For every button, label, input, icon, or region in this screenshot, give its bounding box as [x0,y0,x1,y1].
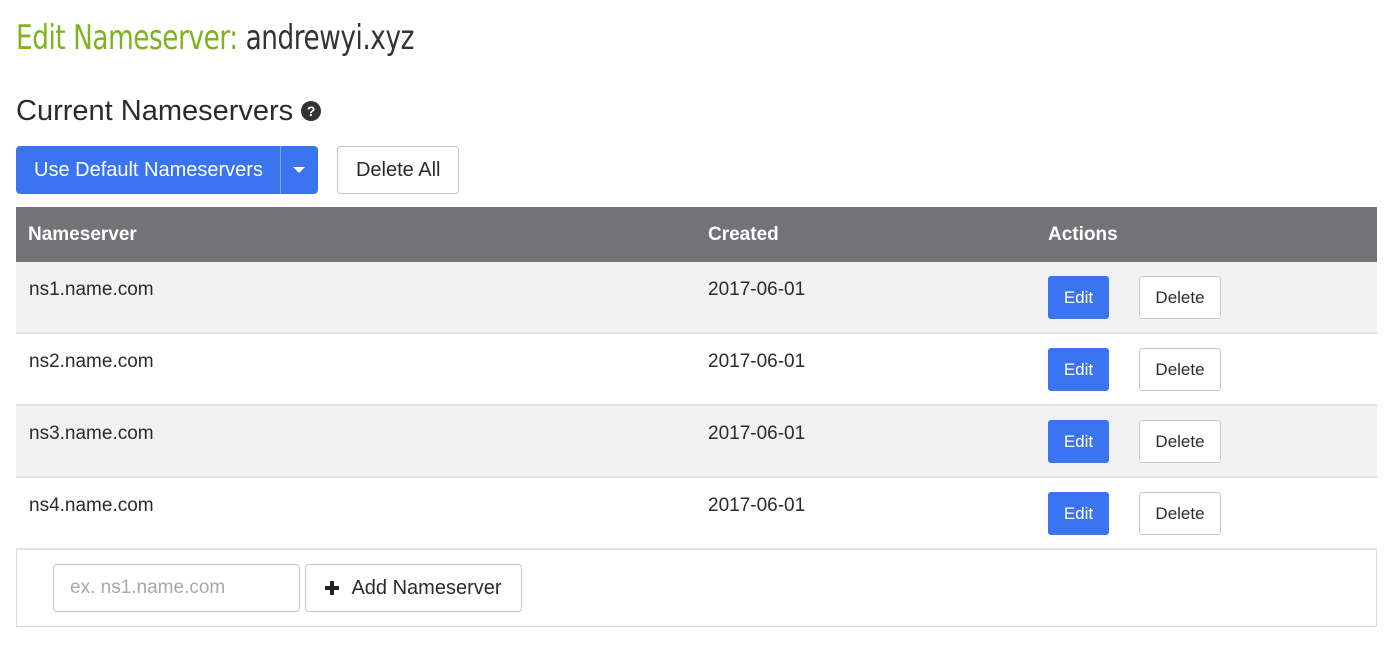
delete-button[interactable]: Delete [1139,420,1221,463]
created-cell: 2017-06-01 [708,279,806,300]
created-cell: 2017-06-01 [708,351,806,372]
column-header-nameserver: Nameserver [28,223,137,245]
nameserver-cell: ns4.name.com [29,495,154,516]
use-default-dropdown-toggle[interactable] [279,146,318,194]
created-cell: 2017-06-01 [708,423,806,444]
edit-button[interactable]: Edit [1048,420,1109,463]
page-title: Edit Nameserver: andrewyi.xyz [16,14,414,62]
table-row: ns4.name.com 2017-06-01 Edit Delete [16,478,1377,550]
use-default-nameservers-split-button: Use Default Nameservers [16,146,318,194]
delete-all-button[interactable]: Delete All [336,146,460,194]
table-row: ns2.name.com 2017-06-01 Edit Delete [16,334,1377,406]
page-title-prefix: Edit Nameserver: [16,18,238,58]
add-nameserver-row: Add Nameserver [16,550,1377,627]
use-default-nameservers-button[interactable]: Use Default Nameservers [16,146,280,194]
page-title-domain: andrewyi.xyz [245,18,415,58]
add-nameserver-button[interactable]: Add Nameserver [305,564,522,612]
caret-down-icon [293,167,306,173]
plus-icon [325,581,340,595]
nameservers-table: Nameserver Created Actions ns1.name.com … [16,207,1377,627]
section-heading-label: Current Nameservers [16,94,294,127]
column-header-actions: Actions [1048,223,1118,245]
edit-button[interactable]: Edit [1048,348,1109,391]
table-row: ns1.name.com 2017-06-01 Edit Delete [16,262,1377,334]
question-circle-icon[interactable]: ? [301,101,322,121]
delete-button[interactable]: Delete [1139,492,1221,535]
nameserver-cell: ns1.name.com [29,279,154,300]
nameserver-input[interactable] [53,564,300,612]
edit-button[interactable]: Edit [1048,276,1109,319]
edit-button[interactable]: Edit [1048,492,1109,535]
section-heading: Current Nameservers ? [16,90,322,132]
nameserver-cell: ns2.name.com [29,351,154,372]
created-cell: 2017-06-01 [708,495,806,516]
table-header: Nameserver Created Actions [16,207,1377,262]
toolbar: Use Default Nameservers Delete All [16,146,460,194]
delete-button[interactable]: Delete [1139,276,1221,319]
page: Edit Nameserver: andrewyi.xyz Current Na… [0,0,1400,671]
nameserver-cell: ns3.name.com [29,423,154,444]
add-nameserver-label: Add Nameserver [351,576,502,599]
delete-button[interactable]: Delete [1139,348,1221,391]
column-header-created: Created [708,223,779,245]
table-row: ns3.name.com 2017-06-01 Edit Delete [16,406,1377,478]
